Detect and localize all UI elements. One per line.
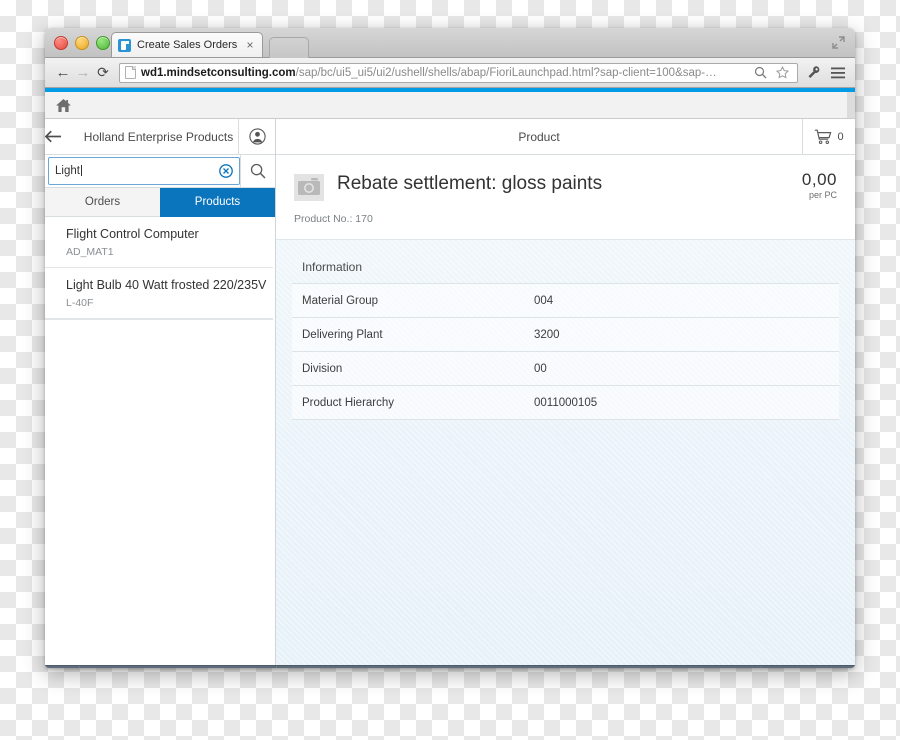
sap-fiori-icon [118, 38, 131, 52]
star-icon[interactable] [776, 66, 792, 79]
table-row: Product Hierarchy 0011000105 [292, 386, 839, 420]
back-arrow-icon[interactable] [45, 130, 83, 143]
list-item-title: Flight Control Computer [66, 227, 199, 241]
product-hero: Rebate settlement: gloss paints 0,00 per… [276, 155, 855, 240]
row-label: Product Hierarchy [302, 396, 395, 409]
row-label: Delivering Plant [302, 328, 383, 341]
detail-header: Product 0 [276, 119, 855, 155]
product-name: Rebate settlement: gloss paints [337, 173, 603, 194]
row-value: 00 [534, 362, 547, 375]
search-row: Light [45, 155, 275, 188]
list-item-id: AD_MAT1 [66, 246, 114, 258]
gear-icon[interactable] [45, 666, 80, 668]
search-input[interactable]: Light [48, 157, 240, 185]
row-label: Material Group [302, 294, 379, 307]
user-account-icon[interactable] [238, 119, 275, 154]
footer-divider-region [80, 666, 277, 668]
home-icon[interactable] [55, 98, 72, 113]
row-label: Division [302, 362, 343, 375]
fiori-shell-bar [45, 92, 855, 119]
back-button[interactable]: ← [53, 64, 73, 81]
detail-body: Rebate settlement: gloss paints 0,00 per… [276, 155, 855, 665]
app-footer: Add To Cart [45, 665, 855, 668]
product-price-unit: per PC [808, 190, 837, 200]
product-price: 0,00 [801, 170, 837, 189]
hamburger-menu-icon[interactable] [831, 67, 847, 79]
table-row: Material Group 004 [292, 284, 839, 318]
search-icon[interactable] [240, 155, 275, 187]
master-title: Holland Enterprise Products [83, 129, 234, 144]
list-item[interactable]: Flight Control Computer AD_MAT1 [45, 217, 273, 268]
row-value: 3200 [534, 328, 560, 341]
text-caret [80, 165, 82, 176]
page-title: Product [518, 129, 560, 144]
window-controls [54, 36, 110, 50]
master-panel: Holland Enterprise Products Light Orders… [45, 119, 276, 665]
browser-tab-bar: Create Sales Orders × [45, 28, 855, 58]
reload-button[interactable]: ⟳ [93, 64, 113, 81]
fullscreen-icon[interactable] [832, 36, 845, 49]
maximize-window-button[interactable] [96, 36, 110, 50]
camera-placeholder-icon [294, 174, 324, 201]
close-icon[interactable]: × [244, 38, 256, 52]
row-value: 004 [534, 294, 554, 307]
cart-count: 0 [837, 130, 844, 143]
list-item-id: L-40F [66, 297, 94, 309]
information-section: Information Material Group 004 Deliverin… [276, 240, 855, 420]
fiori-app-area: Holland Enterprise Products Light Orders… [45, 119, 855, 665]
url-path: /sap/bc/ui5_ui5/ui2/ushell/shells/abap/F… [295, 66, 717, 79]
wrench-icon[interactable] [806, 65, 822, 80]
information-table: Material Group 004 Delivering Plant 3200… [292, 283, 839, 420]
tab-products[interactable]: Products [160, 188, 275, 217]
product-price-box: 0,00 per PC [792, 170, 837, 201]
address-bar[interactable]: wd1.mindsetconsulting.com /sap/bc/ui5_ui… [119, 62, 798, 83]
detail-panel: Product 0 Rebate settlement: gloss paint… [276, 119, 855, 665]
master-header: Holland Enterprise Products [45, 119, 275, 155]
list-item[interactable]: Light Bulb 40 Watt frosted 220/235V L-40… [45, 268, 273, 319]
forward-button[interactable]: → [73, 64, 93, 81]
information-heading: Information [302, 260, 363, 274]
table-row: Division 00 [292, 352, 839, 386]
new-tab-button[interactable] [269, 37, 309, 58]
product-number: Product No.: 170 [294, 213, 373, 225]
minimize-window-button[interactable] [75, 36, 89, 50]
clear-circle-icon[interactable] [219, 164, 233, 178]
tab-orders[interactable]: Orders [45, 188, 160, 217]
list-end-divider [45, 319, 273, 320]
product-list: Flight Control Computer AD_MAT1 Light Bu… [45, 217, 275, 665]
search-input-value: Light [55, 165, 80, 177]
page-info-icon [125, 66, 136, 79]
table-row: Delivering Plant 3200 [292, 318, 839, 352]
url-domain: wd1.mindsetconsulting.com [141, 66, 296, 79]
row-value: 0011000105 [534, 396, 598, 409]
footer-spacer [277, 666, 761, 668]
shopping-cart-icon [814, 129, 832, 145]
browser-toolbar: ← → ⟳ wd1.mindsetconsulting.com /sap/bc/… [45, 58, 855, 88]
list-item-title: Light Bulb 40 Watt frosted 220/235V [66, 278, 267, 292]
browser-tab-active[interactable]: Create Sales Orders × [111, 32, 263, 57]
shopping-cart-button[interactable]: 0 [802, 119, 855, 154]
master-tabs: Orders Products [45, 188, 275, 217]
magnifier-icon[interactable] [754, 66, 770, 79]
close-window-button[interactable] [54, 36, 68, 50]
browser-window: Create Sales Orders × ← → ⟳ wd1.mindsetc… [45, 28, 855, 668]
browser-tab-title: Create Sales Orders [137, 39, 238, 51]
add-to-cart-button[interactable]: Add To Cart [761, 666, 855, 668]
